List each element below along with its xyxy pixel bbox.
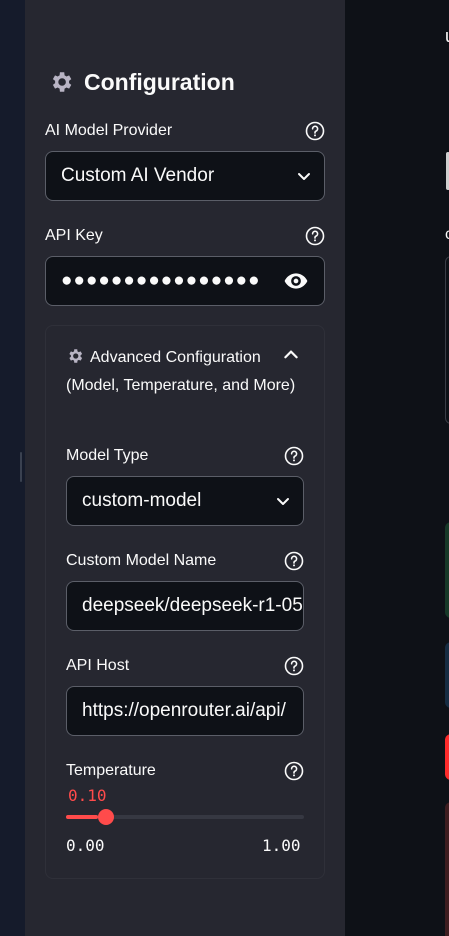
help-icon[interactable] <box>284 446 304 466</box>
error-alert <box>445 802 449 936</box>
eye-icon[interactable] <box>276 268 316 294</box>
gear-icon <box>66 347 84 365</box>
advanced-config-header[interactable]: Advanced Configuration (Model, Temperatu… <box>66 344 306 400</box>
info-alert <box>445 642 449 708</box>
left-panel-strip <box>0 0 25 936</box>
primary-button[interactable] <box>445 734 449 780</box>
temperature-slider-fill <box>66 815 98 819</box>
chevron-up-icon[interactable] <box>282 346 302 366</box>
help-icon[interactable] <box>284 551 304 571</box>
api-host-input[interactable]: https://openrouter.ai/api/ <box>66 686 304 736</box>
custom-model-input[interactable]: deepseek/deepseek-r1-05 <box>66 581 304 631</box>
chevron-down-icon <box>284 168 324 184</box>
chevron-down-icon <box>263 493 303 509</box>
temperature-label: Temperature <box>66 762 156 779</box>
api-host-label-row: API Host <box>66 655 304 677</box>
api-key-label-row: API Key <box>45 225 325 247</box>
advanced-config-title: Advanced Configuration (Model, Temperatu… <box>66 349 296 394</box>
model-type-label-row: Model Type <box>66 445 304 467</box>
provider-select-value: Custom AI Vendor <box>61 165 215 186</box>
api-host-label: API Host <box>66 657 130 674</box>
main-label-fragment: c <box>445 226 449 243</box>
gear-icon <box>48 69 74 95</box>
main-content: u c <box>345 0 449 936</box>
sidebar-title: Configuration <box>48 66 235 98</box>
help-icon[interactable] <box>305 226 325 246</box>
custom-model-label: Custom Model Name <box>66 552 217 569</box>
help-icon[interactable] <box>284 656 304 676</box>
temperature-slider[interactable] <box>66 809 304 825</box>
model-type-label: Model Type <box>66 447 149 464</box>
sidebar-resize-handle[interactable] <box>20 452 22 482</box>
main-text-area[interactable] <box>445 256 449 424</box>
model-type-select[interactable]: custom-model <box>66 476 304 526</box>
api-key-label: API Key <box>45 227 103 244</box>
custom-model-value: deepseek/deepseek-r1-05 <box>82 595 303 616</box>
app: Configuration AI Model Provider Custom A… <box>0 0 449 936</box>
success-alert <box>445 522 449 618</box>
provider-label-row: AI Model Provider <box>45 120 325 142</box>
provider-select[interactable]: Custom AI Vendor <box>45 151 325 201</box>
model-type-value: custom-model <box>82 490 202 511</box>
temperature-max: 1.00 <box>262 836 301 855</box>
api-key-input[interactable]: ●●●●●●●●●●●●●●●● <box>45 256 325 306</box>
help-icon[interactable] <box>284 761 304 781</box>
main-heading-fragment: u <box>445 26 449 47</box>
help-icon[interactable] <box>305 121 325 141</box>
temperature-label-row: Temperature <box>66 760 304 782</box>
custom-model-label-row: Custom Model Name <box>66 550 304 572</box>
temperature-slider-thumb[interactable] <box>98 809 114 825</box>
provider-label: AI Model Provider <box>45 122 173 139</box>
api-key-value: ●●●●●●●●●●●●●●●● <box>61 270 261 291</box>
temperature-value: 0.10 <box>68 786 107 805</box>
temperature-min: 0.00 <box>66 836 105 855</box>
api-host-value: https://openrouter.ai/api/ <box>82 700 286 721</box>
page-title: Configuration <box>84 68 235 95</box>
